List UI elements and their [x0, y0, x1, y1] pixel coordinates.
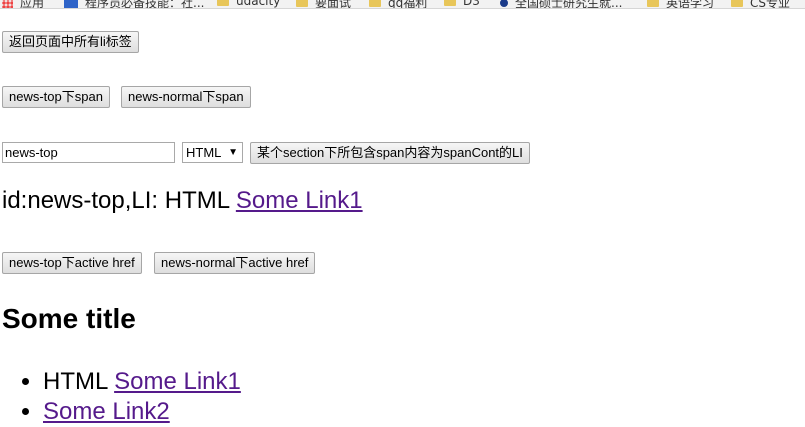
folder-icon: [217, 0, 229, 6]
bookmark-label: 要面试: [315, 0, 352, 9]
bookmark-english[interactable]: 英语学习: [647, 0, 715, 9]
bookmark-label: CS专业: [750, 0, 790, 9]
bookmark-udacity[interactable]: udacity: [217, 0, 280, 8]
news-top-active-href-button[interactable]: news-top下active href: [2, 252, 142, 274]
result-output: id:news-top,LI: HTML Some Link1: [2, 187, 363, 215]
bookmark-label: D3: [463, 0, 480, 8]
folder-icon: [444, 0, 456, 6]
list-item: Some Link2: [43, 397, 241, 427]
bookmark-label: 程序员必备技能：社...: [85, 0, 205, 9]
bookmark-interview[interactable]: 要面试: [296, 0, 352, 9]
section-span-li-button[interactable]: 某个section下所包含span内容为spanCont的LI: [250, 142, 530, 164]
result-link[interactable]: Some Link1: [236, 187, 363, 214]
site-dot-icon: [500, 0, 508, 7]
bookmark-label: udacity: [236, 0, 281, 8]
section-title: Some title: [2, 303, 136, 334]
section-id-input[interactable]: [2, 142, 175, 163]
apps-grid-icon: [2, 0, 13, 8]
xd-site-icon: [64, 0, 78, 8]
bookmark-graduate[interactable]: 全国硕士研究生就...: [500, 0, 623, 9]
news-list: HTML Some Link1 Some Link2: [0, 367, 241, 427]
folder-icon: [369, 0, 381, 7]
bookmark-cs[interactable]: CS专业: [731, 0, 790, 9]
bookmark-label: 英语学习: [666, 0, 715, 9]
news-normal-span-button[interactable]: news-normal下span: [121, 86, 251, 108]
dropdown-arrow-icon: ▼: [228, 147, 238, 158]
list-item-link[interactable]: Some Link2: [43, 398, 170, 425]
bookmark-label: 全国硕士研究生就...: [515, 0, 623, 9]
span-content-select[interactable]: HTML ▼: [182, 142, 243, 163]
bookmark-d3[interactable]: D3: [444, 0, 480, 8]
select-value: HTML: [186, 145, 222, 160]
bookmarks-bar: 应用 程序员必备技能：社... udacity 要面试 qq福利 D3 全国硕士…: [0, 0, 805, 9]
folder-icon: [647, 0, 659, 7]
list-item: HTML Some Link1: [43, 367, 241, 397]
folder-icon: [296, 0, 308, 7]
bookmark-apps[interactable]: 应用: [2, 0, 45, 9]
return-all-li-button[interactable]: 返回页面中所有li标签: [2, 31, 139, 53]
news-top-span-button[interactable]: news-top下span: [2, 86, 110, 108]
news-normal-active-href-button[interactable]: news-normal下active href: [154, 252, 316, 274]
bookmark-xd[interactable]: 程序员必备技能：社...: [64, 0, 205, 9]
result-text: id:news-top,LI: HTML: [2, 187, 236, 214]
bookmark-label: 应用: [20, 0, 45, 9]
folder-icon: [731, 0, 743, 7]
list-item-link[interactable]: Some Link1: [114, 368, 241, 395]
bookmark-label: qq福利: [388, 0, 428, 9]
list-item-text: HTML: [43, 368, 115, 395]
bookmark-qq[interactable]: qq福利: [369, 0, 428, 9]
